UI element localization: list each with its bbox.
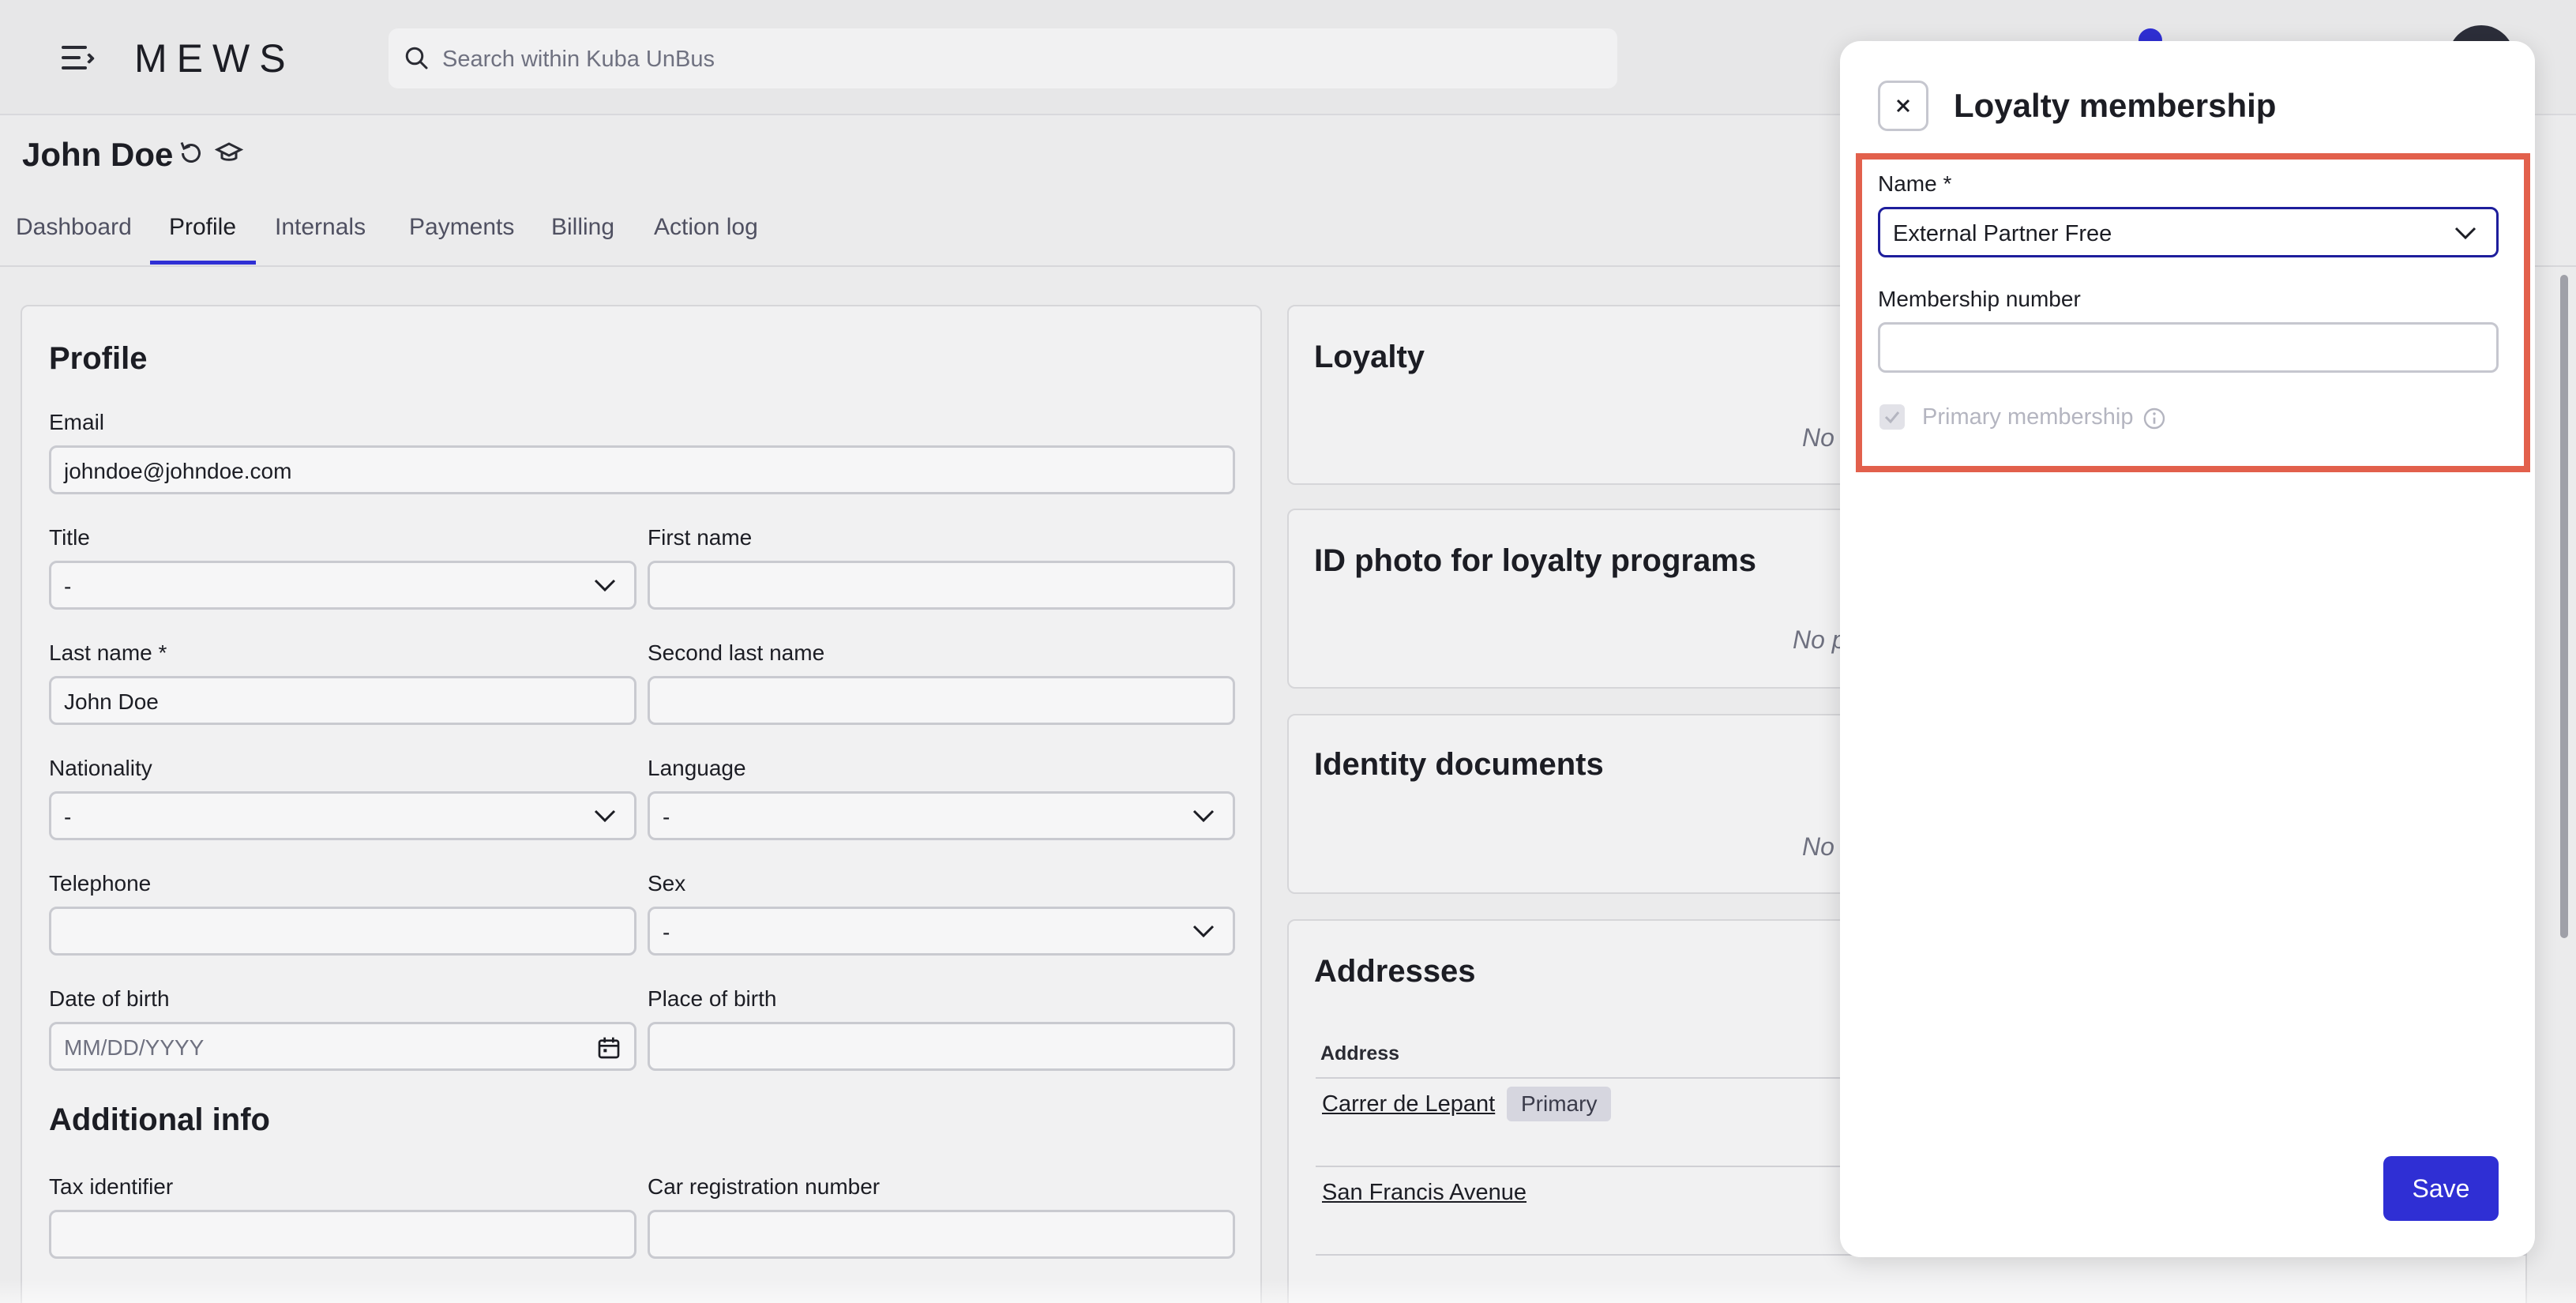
membership-name-value: External Partner Free — [1893, 221, 2112, 246]
tab-billing[interactable]: Billing — [551, 212, 614, 243]
primary-membership-label: Primary membership — [1922, 404, 2134, 430]
search-input[interactable]: Search within Kuba UnBus — [389, 28, 1617, 88]
page-title: John Doe — [22, 136, 174, 173]
app-logo[interactable]: MEWS — [134, 36, 295, 81]
close-button[interactable] — [1878, 81, 1928, 131]
second-last-name-label: Second last name — [648, 640, 825, 665]
membership-number-label: Membership number — [1878, 287, 2081, 311]
last-name-label: Last name * — [49, 640, 167, 665]
membership-number-field[interactable] — [1878, 322, 2499, 373]
car-field[interactable] — [648, 1210, 1235, 1259]
language-label: Language — [648, 756, 746, 780]
chevron-down-icon — [594, 579, 616, 592]
close-icon — [1896, 99, 1910, 113]
graduation-cap-icon[interactable] — [215, 139, 243, 167]
title-label: Title — [49, 525, 90, 550]
membership-name-select[interactable]: External Partner Free — [1878, 207, 2499, 257]
address-link[interactable]: Carrer de Lepant — [1322, 1090, 1495, 1118]
primary-badge: Primary — [1507, 1087, 1612, 1121]
chevron-down-icon — [1192, 809, 1215, 823]
additional-info-heading: Additional info — [49, 1102, 270, 1137]
chevron-down-icon — [2454, 227, 2476, 240]
pob-field[interactable] — [648, 1022, 1235, 1071]
panel-title: Loyalty membership — [1954, 87, 2277, 124]
profile-card: Profile Email johndoe@johndoe.com Title … — [21, 305, 1262, 1303]
nationality-select[interactable]: - — [49, 791, 636, 840]
calendar-icon[interactable] — [596, 1035, 621, 1061]
email-value: johndoe@johndoe.com — [64, 459, 292, 483]
telephone-field[interactable] — [49, 907, 636, 956]
nationality-label: Nationality — [49, 756, 152, 780]
dob-label: Date of birth — [49, 986, 170, 1011]
save-button[interactable]: Save — [2383, 1156, 2499, 1221]
name-label: Name * — [1878, 171, 1952, 196]
first-name-field[interactable] — [648, 561, 1235, 610]
identity-documents-heading: Identity documents — [1314, 747, 1604, 782]
tab-dashboard[interactable]: Dashboard — [16, 212, 132, 243]
sex-label: Sex — [648, 871, 686, 896]
sex-select[interactable]: - — [648, 907, 1235, 956]
search-placeholder: Search within Kuba UnBus — [442, 47, 715, 72]
address-link[interactable]: San Francis Avenue — [1322, 1178, 1526, 1207]
language-value: - — [663, 805, 670, 829]
sex-value: - — [663, 920, 670, 944]
pob-label: Place of birth — [648, 986, 777, 1011]
profile-heading: Profile — [49, 341, 148, 376]
loyalty-heading: Loyalty — [1314, 340, 1425, 374]
loyalty-membership-panel: Loyalty membership Name * External Partn… — [1840, 41, 2535, 1257]
primary-membership-checkbox[interactable] — [1879, 404, 1905, 430]
tab-action-log[interactable]: Action log — [654, 212, 758, 243]
active-tab-indicator — [150, 261, 256, 265]
second-last-name-field[interactable] — [648, 676, 1235, 725]
dob-field[interactable]: MM/DD/YYYY — [49, 1022, 636, 1071]
email-label: Email — [49, 410, 105, 434]
info-icon[interactable] — [2142, 406, 2167, 431]
email-field[interactable]: johndoe@johndoe.com — [49, 445, 1235, 494]
bottom-fade — [0, 1279, 2576, 1303]
last-name-field[interactable]: John Doe — [49, 676, 636, 725]
addresses-heading: Addresses — [1314, 954, 1476, 989]
loyalty-empty-text: No — [1802, 423, 1834, 452]
search-icon — [405, 47, 428, 69]
title-value: - — [64, 574, 72, 599]
language-select[interactable]: - — [648, 791, 1235, 840]
tab-internals[interactable]: Internals — [275, 212, 366, 243]
chevron-down-icon — [594, 809, 616, 823]
dob-placeholder: MM/DD/YYYY — [64, 1035, 205, 1060]
title-select[interactable]: - — [49, 561, 636, 610]
refresh-icon[interactable] — [177, 139, 205, 167]
scrollbar[interactable] — [2560, 275, 2568, 938]
address-column-header: Address — [1320, 1042, 1400, 1065]
tab-profile[interactable]: Profile — [169, 212, 236, 243]
id-photo-heading: ID photo for loyalty programs — [1314, 543, 1757, 578]
id-photo-empty-text: No p — [1793, 625, 1846, 654]
first-name-label: First name — [648, 525, 753, 550]
tax-label: Tax identifier — [49, 1174, 174, 1199]
chevron-down-icon — [1192, 925, 1215, 938]
identity-empty-text: No — [1802, 832, 1834, 861]
telephone-label: Telephone — [49, 871, 152, 896]
tax-field[interactable] — [49, 1210, 636, 1259]
car-label: Car registration number — [648, 1174, 881, 1199]
check-icon — [1884, 411, 1900, 424]
tab-payments[interactable]: Payments — [409, 212, 514, 243]
menu-icon[interactable] — [62, 44, 96, 73]
last-name-value: John Doe — [64, 689, 159, 714]
nationality-value: - — [64, 805, 72, 829]
